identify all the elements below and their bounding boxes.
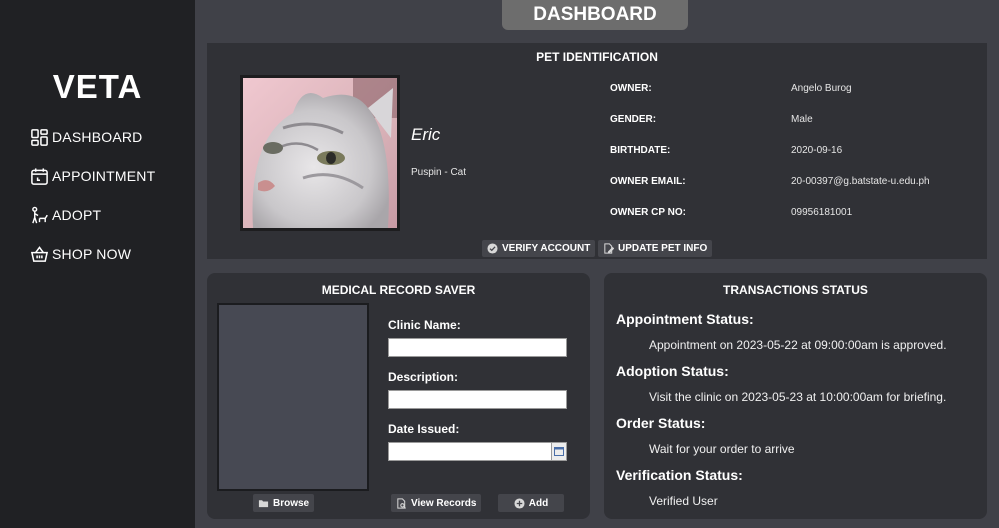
clinic-name-label: Clinic Name: (388, 318, 461, 332)
pet-identification-panel: PET IDENTIFICATION Eric Puspin - Cat OWN… (207, 43, 987, 259)
gender-value: Male (791, 114, 813, 125)
pet-identification-title: PET IDENTIFICATION (536, 50, 658, 64)
calendar-icon (31, 167, 48, 185)
appointment-status-title: Appointment Status: (616, 311, 754, 327)
pet-breed: Puspin - Cat (411, 167, 467, 178)
gender-label: GENDER: (610, 114, 657, 125)
adopt-pet-icon (32, 206, 48, 223)
owner-cp-no-value: 09956181001 (791, 207, 853, 218)
add-label: Add (528, 497, 549, 509)
record-image-preview (217, 303, 369, 491)
verification-status-text: Verified User (649, 494, 718, 508)
order-status-title: Order Status: (616, 415, 706, 431)
sidebar-item-appointment[interactable]: APPOINTMENT (30, 164, 155, 188)
date-picker-button[interactable] (551, 442, 567, 461)
description-input[interactable] (388, 390, 567, 409)
verify-account-button[interactable]: VERIFY ACCOUNT (482, 240, 596, 257)
adoption-status-title: Adoption Status: (616, 363, 729, 379)
medical-record-panel: MEDICAL RECORD SAVER Clinic Name: Descri… (207, 273, 590, 519)
order-status-text: Wait for your order to arrive (649, 442, 795, 456)
owner-label: OWNER: (610, 83, 652, 94)
calendar-picker-icon (554, 447, 564, 456)
sidebar-item-adopt[interactable]: ADOPT (30, 203, 101, 227)
browse-button[interactable]: Browse (253, 494, 315, 512)
page-title: DASHBOARD (502, 0, 688, 30)
add-circle-icon (514, 497, 525, 509)
pet-photo (240, 75, 400, 231)
folder-icon (258, 499, 269, 507)
clinic-name-input[interactable] (388, 338, 567, 357)
date-issued-label: Date Issued: (388, 422, 460, 436)
sidebar-item-dashboard[interactable]: DASHBOARD (30, 125, 142, 149)
owner-email-label: OWNER EMAIL: (610, 176, 686, 187)
transactions-status-panel: TRANSACTIONS STATUS Appointment Status: … (604, 273, 987, 519)
sidebar-item-shop-now[interactable]: SHOP NOW (30, 242, 131, 266)
view-records-button[interactable]: View Records (391, 494, 482, 512)
transactions-status-title: TRANSACTIONS STATUS (723, 283, 868, 297)
owner-cp-no-label: OWNER CP NO: (610, 207, 686, 218)
sidebar-item-label: DASHBOARD (52, 129, 143, 145)
update-pet-info-label: UPDATE PET INFO (618, 243, 708, 254)
owner-value: Angelo Burog (791, 83, 852, 94)
view-document-icon (397, 497, 406, 509)
verification-status-title: Verification Status: (616, 467, 743, 483)
cat-photo (243, 78, 397, 228)
update-pet-info-button[interactable]: UPDATE PET INFO (598, 240, 713, 257)
add-button[interactable]: Add (498, 494, 564, 512)
browse-label: Browse (273, 497, 310, 509)
owner-email-value: 20-00397@g.batstate-u.edu.ph (791, 176, 930, 187)
description-label: Description: (388, 370, 459, 384)
birthdate-label: BIRTHDATE: (610, 145, 671, 156)
shopping-basket-icon (30, 245, 49, 262)
appointment-status-text: Appointment on 2023-05-22 at 09:00:00am … (649, 338, 947, 352)
dashboard-grid-icon (31, 128, 48, 146)
brand-logo-text: VETA (52, 68, 143, 105)
view-records-label: View Records (411, 497, 477, 509)
sidebar-item-label: ADOPT (52, 207, 102, 223)
date-issued-input[interactable] (388, 442, 567, 461)
adoption-status-text: Visit the clinic on 2023-05-23 at 10:00:… (649, 390, 947, 404)
check-circle-icon (487, 243, 498, 254)
sidebar-item-label: SHOP NOW (52, 246, 132, 262)
birthdate-value: 2020-09-16 (791, 145, 843, 156)
verify-account-label: VERIFY ACCOUNT (502, 243, 591, 254)
sidebar: VETA DASHBOARD APPOINTMENT ADOPT SHOP NO… (0, 0, 195, 528)
sidebar-item-label: APPOINTMENT (52, 168, 156, 184)
pet-name: Eric (411, 125, 441, 144)
edit-document-icon (604, 243, 614, 254)
medical-record-title: MEDICAL RECORD SAVER (321, 283, 476, 297)
